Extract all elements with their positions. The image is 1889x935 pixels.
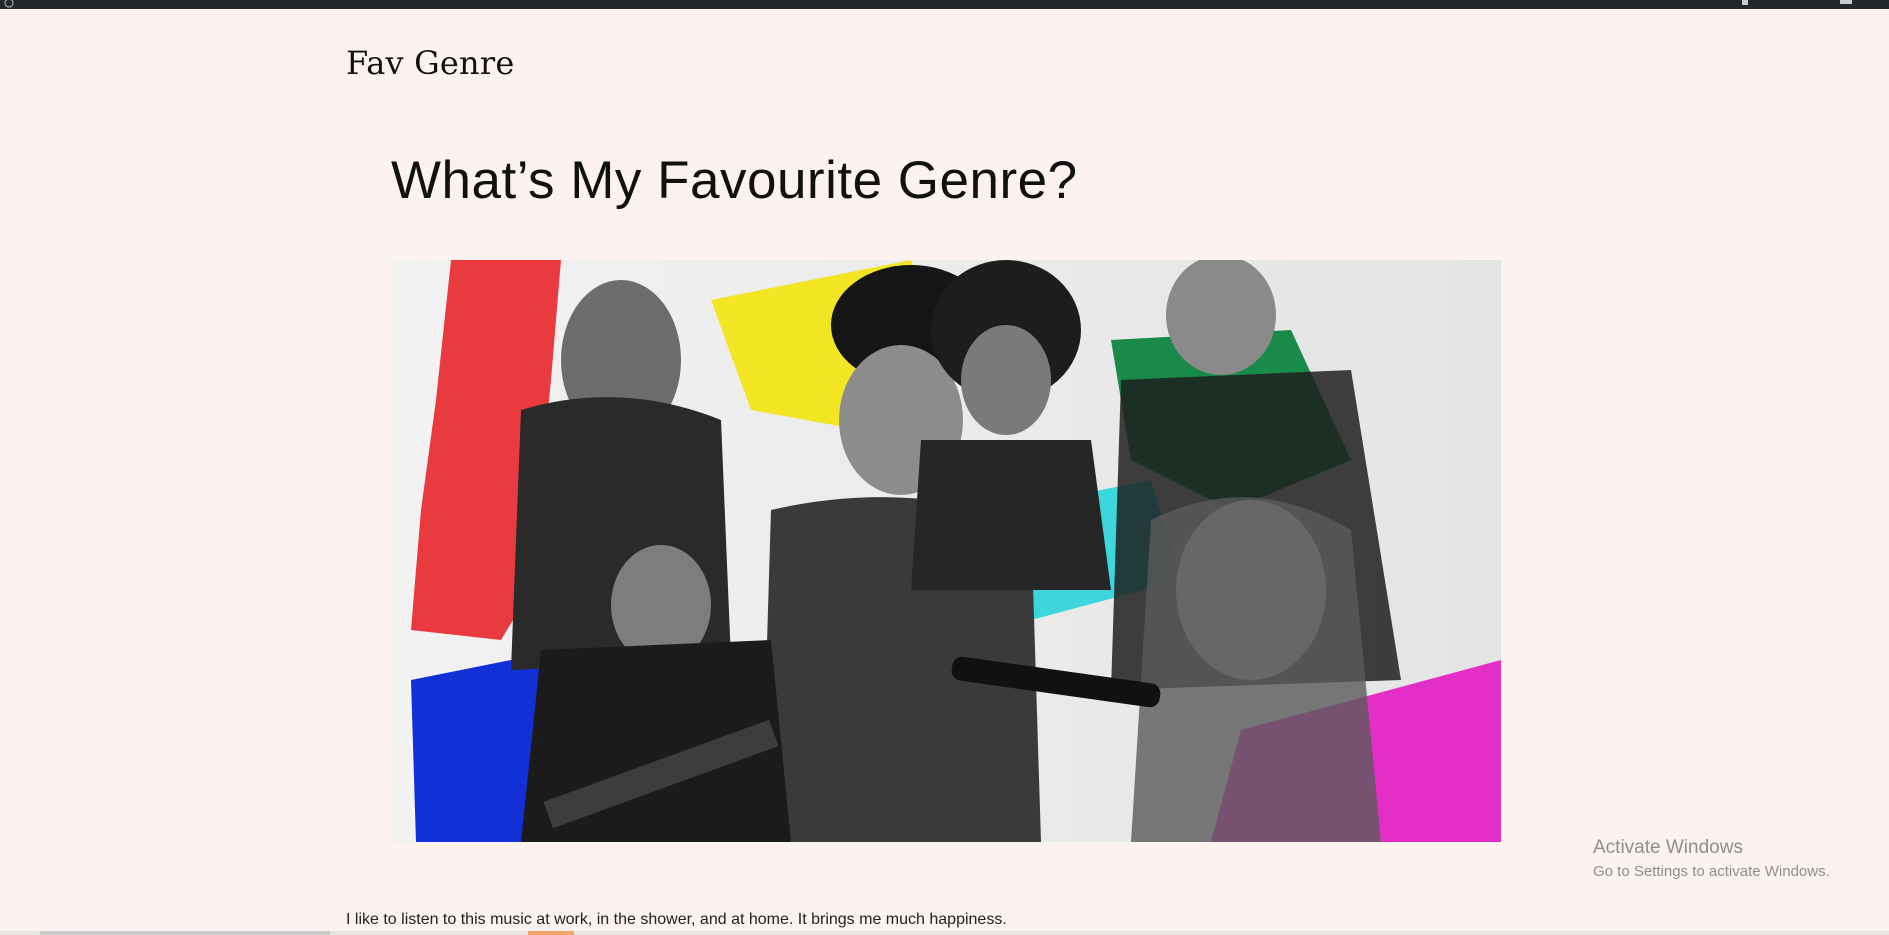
watermark-title: Activate Windows bbox=[1593, 837, 1743, 858]
image-icon bbox=[391, 260, 1501, 842]
activate-windows-watermark: Activate Windows Go to Settings to activ… bbox=[1593, 837, 1830, 880]
hero-image bbox=[391, 260, 1501, 842]
scroll-accent-marker bbox=[528, 931, 574, 935]
post-title: What’s My Favourite Genre? bbox=[391, 151, 1078, 210]
wordpress-icon[interactable] bbox=[4, 0, 14, 9]
scrollbar-thumb[interactable] bbox=[40, 931, 330, 935]
user-icon[interactable] bbox=[1838, 0, 1854, 9]
site-title[interactable]: Fav Genre bbox=[346, 44, 515, 82]
admin-toolbar bbox=[0, 0, 1889, 9]
watermark-subtitle: Go to Settings to activate Windows. bbox=[1593, 863, 1830, 880]
notification-icon[interactable] bbox=[1739, 0, 1751, 9]
post-body-text: I like to listen to this music at work, … bbox=[346, 911, 1007, 928]
